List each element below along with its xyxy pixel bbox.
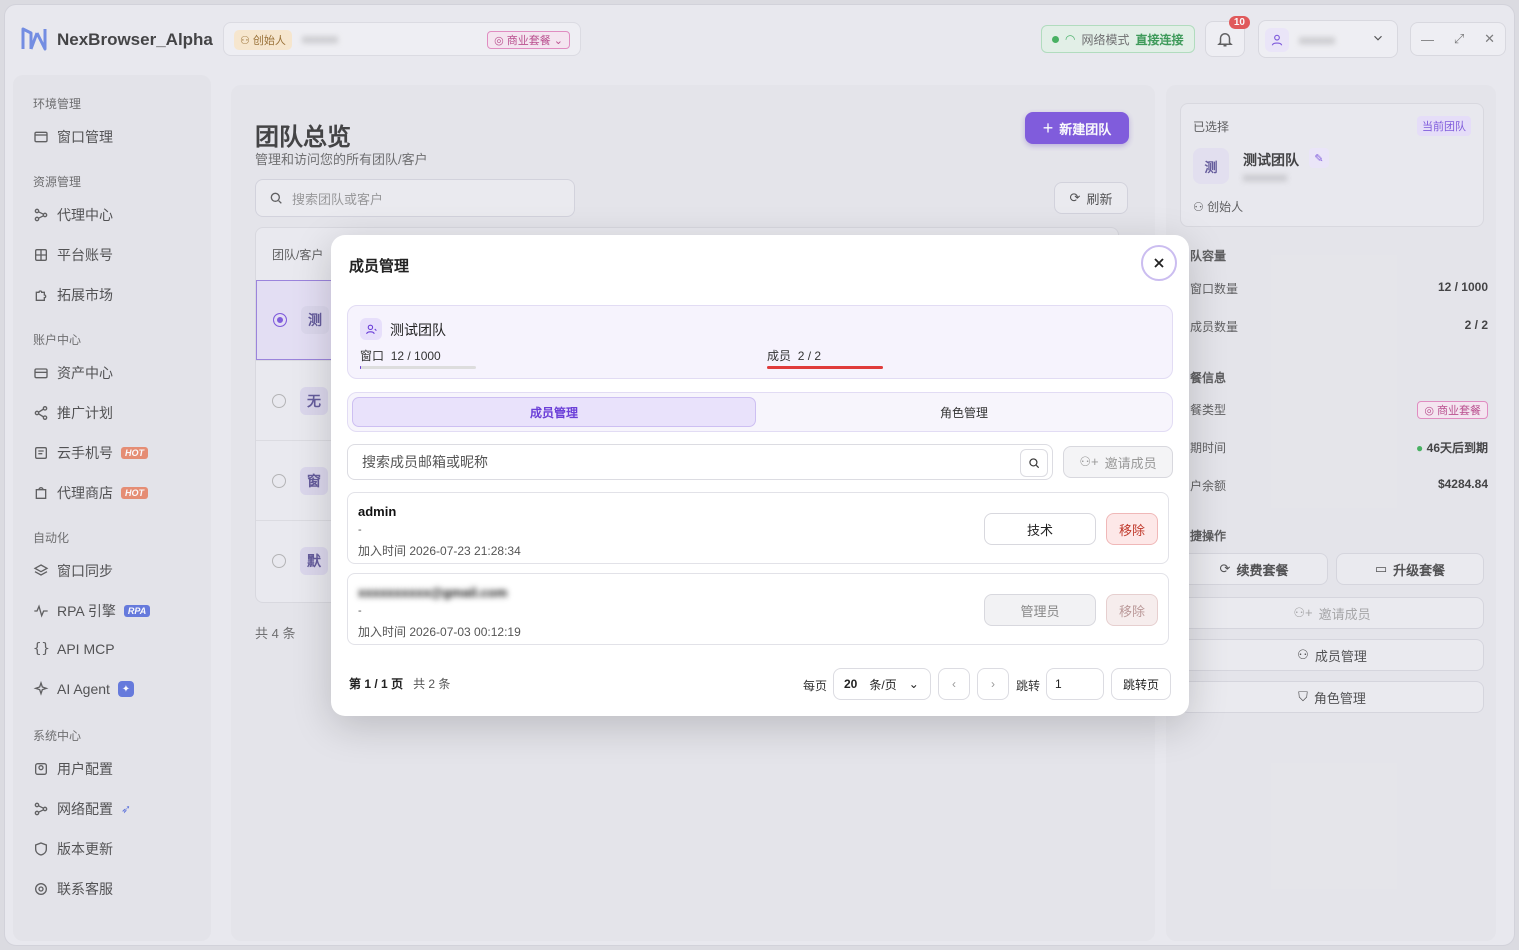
member-management-modal: 成员管理 测试团队 窗口 12 / 1000 成员 2 / 2 成员管理 角色管… <box>331 235 1189 716</box>
add-user-icon: ⚇+ <box>1079 454 1099 469</box>
page-suffix: 页 <box>391 677 404 691</box>
total-count: 共 2 条 <box>413 677 451 691</box>
search-placeholder: 搜索成员邮箱或昵称 <box>362 454 488 470</box>
jump-value: 1 <box>1055 677 1062 691</box>
jump-page-button[interactable]: 跳转页 <box>1111 668 1171 700</box>
modal-close-button[interactable] <box>1141 245 1177 281</box>
invite-label: 邀请成员 <box>1104 455 1157 471</box>
per-page-unit: 条/页 <box>869 677 897 692</box>
member-role-select[interactable]: 管理员 <box>984 594 1096 626</box>
page-indicator: 第 1 / 1 页 共 2 条 <box>349 675 450 692</box>
remove-member-button[interactable]: 移除 <box>1106 594 1158 626</box>
search-button[interactable] <box>1020 449 1048 477</box>
per-page-label: 每页 <box>803 679 828 693</box>
member-role-select[interactable]: 技术 <box>984 513 1096 545</box>
team-icon <box>360 318 382 340</box>
remove-member-button[interactable]: 移除 <box>1106 513 1158 545</box>
per-page-value: 20 <box>844 677 858 691</box>
member-sub: - <box>358 605 362 617</box>
windows-meter-label: 窗口 12 / 1000 <box>360 347 441 364</box>
prev-page-button[interactable]: ‹ <box>938 668 970 700</box>
tab-members[interactable]: 成员管理 <box>352 397 756 427</box>
member-name: xxxxxxxxxx@gmail.com <box>358 585 508 600</box>
invite-member-button[interactable]: ⚇+ 邀请成员 <box>1063 446 1173 478</box>
close-icon <box>1154 258 1164 268</box>
page-number: 1 / 1 <box>364 677 388 691</box>
modal-tabs: 成员管理 角色管理 <box>347 392 1173 432</box>
search-icon <box>1029 458 1040 469</box>
per-page-select[interactable]: 20 条/页 ⌄ <box>833 668 931 700</box>
windows-progress-fill <box>360 366 362 369</box>
members-progress <box>767 366 883 369</box>
chevron-down-icon: ⌄ <box>908 677 919 691</box>
jump-label: 跳转 <box>1016 679 1041 693</box>
members-value: 2 / 2 <box>797 349 822 363</box>
member-card: admin - 加入时间 2026-07-23 21:28:34 技术 移除 <box>347 492 1169 564</box>
jump-page-input[interactable]: 1 <box>1046 668 1104 700</box>
chevron-left-icon: ‹ <box>952 677 956 691</box>
member-name: admin <box>358 504 397 519</box>
windows-value: 12 / 1000 <box>390 349 441 363</box>
page-prefix: 第 <box>349 677 362 691</box>
windows-label: 窗口 <box>360 349 385 363</box>
windows-progress <box>360 366 476 369</box>
chevron-right-icon: › <box>991 677 995 691</box>
members-label: 成员 <box>767 349 792 363</box>
member-joined-time: 加入时间 2026-07-03 00:12:19 <box>358 625 521 639</box>
team-name: 测试团队 <box>390 322 446 338</box>
members-meter-label: 成员 2 / 2 <box>767 347 821 364</box>
modal-title: 成员管理 <box>349 258 410 275</box>
member-card: xxxxxxxxxx@gmail.com - 加入时间 2026-07-03 0… <box>347 573 1169 645</box>
member-sub: - <box>358 524 362 536</box>
member-joined-time: 加入时间 2026-07-23 21:28:34 <box>358 544 521 558</box>
team-summary: 测试团队 窗口 12 / 1000 成员 2 / 2 <box>347 305 1173 379</box>
members-progress-fill <box>767 366 883 369</box>
next-page-button[interactable]: › <box>977 668 1009 700</box>
tab-roles[interactable]: 角色管理 <box>762 397 1166 427</box>
member-search-input[interactable]: 搜索成员邮箱或昵称 <box>347 444 1053 480</box>
